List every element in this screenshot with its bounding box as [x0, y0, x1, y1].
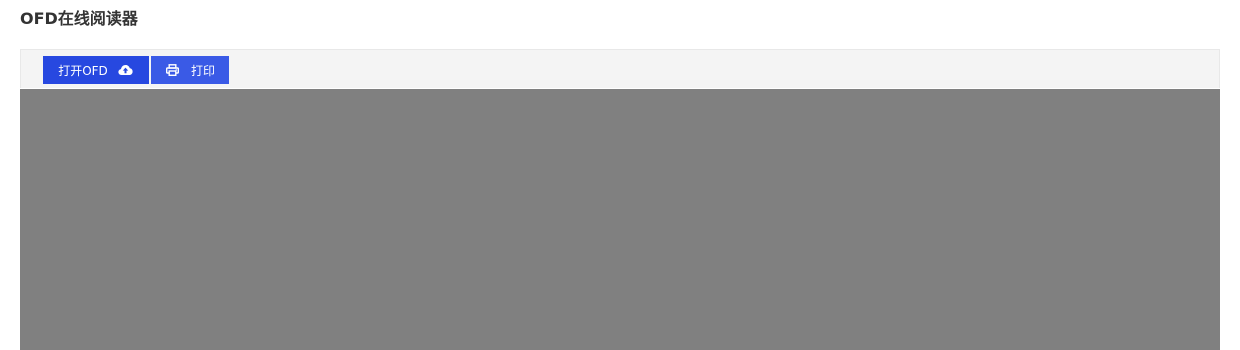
print-button[interactable]: 打印 — [151, 56, 229, 84]
page-title: OFD在线阅读器 — [20, 9, 138, 28]
toolbar: 打开OFD 打印 — [20, 49, 1220, 88]
open-ofd-label: 打开OFD — [58, 63, 108, 78]
print-label: 打印 — [190, 63, 215, 78]
open-ofd-button[interactable]: 打开OFD — [43, 56, 149, 84]
cloud-upload-icon — [118, 62, 134, 78]
ofd-viewer: 打开OFD 打印 — [20, 49, 1220, 350]
printer-icon — [165, 62, 181, 78]
document-canvas[interactable] — [20, 89, 1220, 350]
